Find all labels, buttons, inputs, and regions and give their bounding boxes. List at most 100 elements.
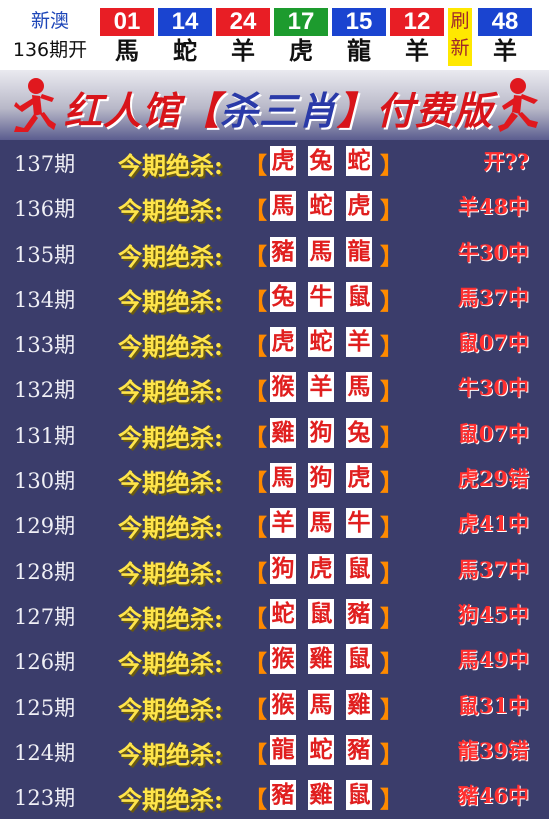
list-item: 137期 今期绝杀: 【虎兔蛇】 开?? — [0, 140, 549, 185]
period-label: 123期 — [14, 786, 76, 811]
zodiac-1: 馬 — [270, 191, 296, 222]
title-part-b: 杀三肖 — [220, 88, 338, 133]
result-label: 羊48中 — [457, 194, 529, 220]
zodiac-1: 羊 — [270, 508, 296, 539]
bracket-left: 【 — [244, 379, 267, 406]
kill-label: 今期绝杀: — [118, 468, 223, 498]
zodiac-3: 虎 — [346, 191, 372, 222]
result-label: 牛30中 — [457, 375, 529, 401]
kill-label: 今期绝杀: — [118, 196, 223, 226]
result-label: 馬37中 — [457, 556, 529, 582]
refresh-button[interactable]: 刷 新 — [448, 8, 472, 66]
kill-label: 今期绝杀: — [118, 785, 223, 815]
zodiac-1: 猴 — [270, 372, 296, 403]
refresh-label[interactable]: 刷 新 — [448, 8, 472, 66]
bracket-left: 【 — [244, 696, 267, 723]
zodiac-3: 馬 — [346, 372, 372, 403]
kill-label: 今期绝杀: — [118, 739, 223, 769]
kill-label: 今期绝杀: — [118, 377, 223, 407]
ball-number: 01 — [100, 8, 154, 36]
zodiac-3: 豬 — [346, 598, 372, 629]
list-item: 126期 今期绝杀: 【猴雞鼠】 馬49中 — [0, 638, 549, 683]
result-label: 豬46中 — [457, 783, 529, 809]
bracket-left: 【 — [244, 424, 267, 451]
zodiac-2: 牛 — [308, 281, 334, 312]
draw-header: 新澳 136期开 01 馬 14 蛇 24 羊 17 虎 15 龍 12 羊 刷… — [0, 0, 549, 70]
period-label: 137期 — [14, 152, 76, 176]
bracket-right: 】 — [380, 153, 403, 179]
region-label[interactable]: 新澳 — [0, 10, 100, 32]
list-item: 131期 今期绝杀: 【雞狗兔】 鼠07中 — [0, 412, 549, 457]
bracket-left: 【 — [244, 470, 267, 497]
zodiac-3: 蛇 — [346, 146, 372, 176]
period-label: 126期 — [14, 650, 76, 675]
bracket-left: 【 — [244, 515, 267, 542]
zodiac-2: 虎 — [308, 553, 334, 584]
ball-number: 17 — [274, 8, 328, 36]
bracket-right: 】 — [380, 334, 403, 361]
bracket-right: 】 — [380, 696, 403, 723]
zodiac-3: 羊 — [346, 327, 372, 358]
zodiac-1: 猴 — [270, 644, 296, 675]
bracket-left: 【 — [244, 651, 267, 678]
list-item: 128期 今期绝杀: 【狗虎鼠】 馬37中 — [0, 548, 549, 593]
result-label: 鼠07中 — [457, 330, 529, 356]
bracket-right: 】 — [380, 515, 403, 542]
result-label: 馬37中 — [457, 284, 529, 310]
zodiac-2: 馬 — [308, 689, 334, 720]
bracket-right: 】 — [380, 560, 403, 587]
result-label: 鼠07中 — [457, 420, 529, 446]
kill-label: 今期绝杀: — [118, 151, 223, 180]
list-item: 127期 今期绝杀: 【蛇鼠豬】 狗45中 — [0, 593, 549, 638]
zodiac-3: 鼠 — [346, 281, 372, 312]
zodiac-2: 羊 — [308, 372, 334, 403]
result-balls: 01 馬 14 蛇 24 羊 17 虎 15 龍 12 羊 刷 新 48 羊 — [100, 0, 549, 70]
zodiac-2: 馬 — [308, 236, 334, 267]
zodiac-3: 牛 — [346, 508, 372, 539]
ball-number: 15 — [332, 8, 386, 36]
result-label: 牛30中 — [457, 239, 529, 265]
period-label: 135期 — [14, 242, 76, 267]
bracket-right: 】 — [380, 243, 403, 270]
banner: 红人馆【杀三肖】付费版 — [0, 70, 549, 140]
running-man-icon — [14, 78, 56, 132]
kill-label: 今期绝杀: — [118, 241, 223, 271]
ball-zodiac: 羊 — [493, 37, 517, 65]
ball-number: 24 — [216, 8, 270, 36]
bracket-left: 【 — [244, 741, 267, 768]
ball-6: 12 羊 — [390, 8, 444, 66]
bracket-right: 】 — [380, 379, 403, 406]
period-label: 128期 — [14, 559, 76, 584]
title-part-a: 红人馆【 — [64, 88, 221, 133]
period-label: 134期 — [14, 287, 76, 312]
bracket-right: 】 — [380, 470, 403, 497]
zodiac-3: 鼠 — [346, 780, 372, 811]
bracket-left: 【 — [244, 288, 267, 315]
bracket-right: 】 — [380, 787, 403, 814]
bracket-right: 】 — [380, 651, 403, 678]
draw-number: 136期开 — [12, 39, 88, 61]
bracket-left: 【 — [244, 605, 267, 632]
zodiac-1: 馬 — [270, 463, 296, 494]
list-item: 129期 今期绝杀: 【羊馬牛】 虎41中 — [0, 502, 549, 547]
period-label: 136期 — [14, 197, 76, 222]
zodiac-3: 豬 — [346, 734, 372, 765]
zodiac-2: 鼠 — [308, 598, 334, 629]
bracket-left: 【 — [244, 198, 267, 225]
ball-number: 48 — [478, 8, 532, 36]
zodiac-1: 豬 — [270, 780, 296, 811]
result-label: 开?? — [483, 149, 529, 174]
zodiac-2: 雞 — [308, 780, 334, 811]
bracket-right: 】 — [380, 288, 403, 315]
zodiac-2: 馬 — [308, 508, 334, 539]
kill-label: 今期绝杀: — [118, 422, 223, 452]
result-label: 馬49中 — [457, 647, 529, 673]
list-item: 132期 今期绝杀: 【猴羊馬】 牛30中 — [0, 366, 549, 411]
banner-title: 红人馆【杀三肖】付费版 — [64, 80, 493, 135]
period-label: 130期 — [14, 469, 76, 494]
zodiac-1: 雞 — [270, 417, 296, 448]
result-label: 虎41中 — [457, 511, 529, 537]
zodiac-2: 狗 — [308, 417, 334, 448]
zodiac-1: 龍 — [270, 734, 296, 765]
kill-label: 今期绝杀: — [118, 286, 223, 316]
